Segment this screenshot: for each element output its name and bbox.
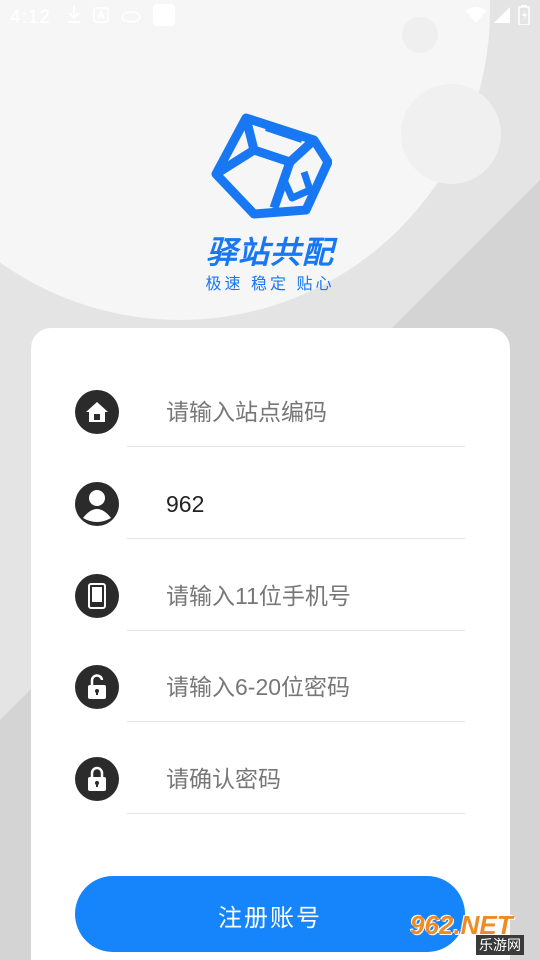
status-time: 4:12 — [10, 7, 51, 28]
register-form-card: 注册账号 — [31, 328, 510, 960]
password-row — [75, 653, 466, 723]
station-code-input[interactable] — [146, 388, 466, 436]
register-screen: 4:12 驿站共配 极速 稳定 贴心 请输入站点编码 962 请输入11位手机号… — [0, 0, 540, 960]
lock-icon — [75, 757, 119, 801]
cloud-icon — [121, 7, 141, 29]
password-input[interactable] — [146, 663, 466, 711]
wifi-icon — [466, 7, 486, 29]
home-icon — [75, 390, 119, 434]
package-box-icon — [211, 113, 332, 219]
notification-icons — [67, 4, 175, 32]
phone-input[interactable] — [146, 572, 466, 620]
watermark-subtext: 乐游网 — [476, 935, 524, 955]
username-row — [75, 470, 466, 540]
phone-icon — [75, 574, 119, 618]
user-avatar-icon — [75, 482, 119, 526]
square-notification-icon — [152, 4, 175, 32]
brand-logo: 驿站共配 极速 稳定 贴心 — [190, 110, 350, 300]
divider — [127, 630, 465, 631]
unlock-icon — [75, 665, 119, 709]
signal-icon — [494, 7, 510, 29]
download-icon — [67, 6, 81, 30]
status-bar: 4:12 — [0, 0, 540, 36]
a-badge-icon — [93, 7, 109, 29]
confirm-password-row — [75, 745, 466, 815]
brand-name: 驿站共配 — [206, 235, 334, 270]
background-bubble — [401, 84, 501, 184]
watermark-logo: 962.NET 乐游网 — [400, 910, 536, 958]
divider — [127, 721, 465, 722]
divider — [127, 538, 465, 539]
divider — [127, 446, 465, 447]
station-code-row — [75, 378, 466, 448]
system-icons — [466, 5, 530, 31]
battery-icon — [518, 5, 530, 31]
phone-row — [75, 562, 466, 632]
confirm-password-input[interactable] — [146, 755, 466, 803]
brand-slogan: 极速 稳定 贴心 — [205, 276, 335, 293]
divider — [127, 813, 465, 814]
username-input[interactable] — [146, 480, 466, 528]
